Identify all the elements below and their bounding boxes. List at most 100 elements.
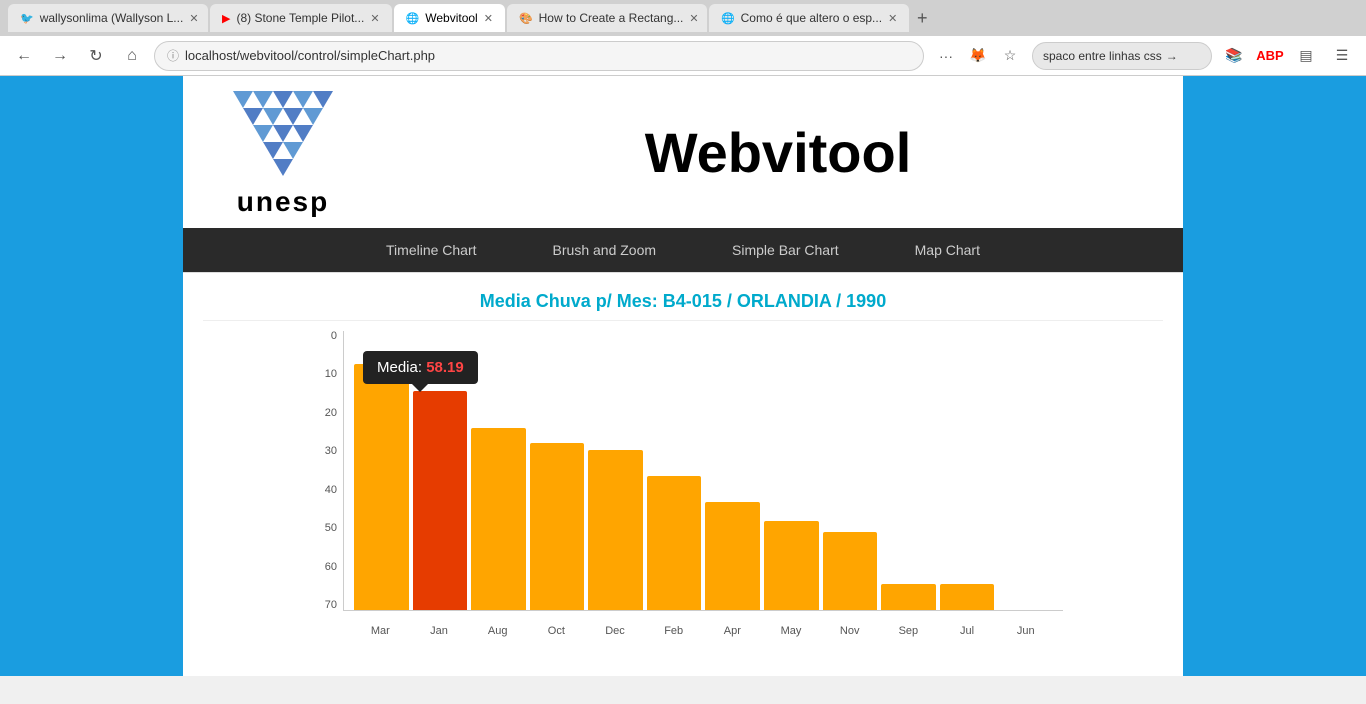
tab-icon-1: 🐦 [20,12,34,25]
reader-view-button[interactable]: ▤ [1292,42,1320,70]
x-label-dec: Dec [588,621,643,651]
tab-close-4[interactable]: ✕ [689,12,698,25]
bar-group-jul[interactable] [940,331,995,610]
x-label-jul: Jul [940,621,995,651]
browser-window: 🐦 wallysonlima (Wallyson L... ✕ ▶ (8) St… [0,0,1366,704]
bar-jan[interactable] [413,391,468,610]
bar-aug[interactable] [471,428,526,610]
tab-icon-2: ▶ [222,12,230,25]
x-label-mar: Mar [353,621,408,651]
page-content: unesp Webvitool Timeline Chart Brush and… [183,76,1183,676]
x-label-oct: Oct [529,621,584,651]
y-label-30: 30 [325,446,337,457]
bar-group-jun[interactable] [998,331,1053,610]
bar-group-sep[interactable] [881,331,936,610]
logo-text: unesp [237,186,329,218]
site-title: Webvitool [393,120,1163,185]
x-axis: MarJanAugOctDecFebAprMayNovSepJulJun [343,621,1063,651]
y-label-40: 40 [325,485,337,496]
bar-may[interactable] [764,521,819,610]
forward-button[interactable]: → [46,42,74,70]
refresh-button[interactable]: ↻ [82,42,110,70]
bar-dec[interactable] [588,450,643,610]
new-tab-button[interactable]: + [911,8,934,29]
tab-label-5: Como é que altero o esp... [741,11,882,25]
url-text: localhost/webvitool/control/simpleChart.… [185,48,911,63]
y-label-0: 0 [331,331,337,342]
pocket-button[interactable]: 🦊 [964,42,992,70]
bar-oct[interactable] [530,443,585,610]
tooltip-value: 58.19 [426,359,464,376]
tab-close-3[interactable]: ✕ [484,12,493,25]
page-wrapper: unesp Webvitool Timeline Chart Brush and… [0,76,1366,676]
tab-label-1: wallysonlima (Wallyson L... [40,11,184,25]
bar-apr[interactable] [705,502,760,610]
bar-sep[interactable] [881,584,936,610]
bar-group-dec[interactable] [588,331,643,610]
tab-close-1[interactable]: ✕ [189,12,198,25]
tab-rectangle[interactable]: 🎨 How to Create a Rectang... ✕ [507,4,707,32]
x-label-apr: Apr [705,621,760,651]
menu-button[interactable]: ☰ [1328,42,1356,70]
y-label-60: 60 [325,562,337,573]
tab-wallyson[interactable]: 🐦 wallysonlima (Wallyson L... ✕ [8,4,208,32]
chart-container: Media: 58.19 70 60 50 40 30 20 10 0 [303,331,1063,651]
x-label-jan: Jan [412,621,467,651]
x-label-feb: Feb [646,621,701,651]
y-label-70: 70 [325,600,337,611]
url-bar[interactable]: ⓘ localhost/webvitool/control/simpleChar… [154,41,924,71]
tab-icon-5: 🌐 [721,12,735,25]
back-button[interactable]: ← [10,42,38,70]
chart-section: Media Chuva p/ Mes: B4-015 / ORLANDIA / … [183,272,1183,671]
bar-group-nov[interactable] [823,331,878,610]
tooltip-arrow [412,384,428,392]
tab-label-4: How to Create a Rectang... [539,11,684,25]
nav-bar: Timeline Chart Brush and Zoom Simple Bar… [183,228,1183,272]
adblock-button[interactable]: ABP [1256,42,1284,70]
nav-timeline-chart[interactable]: Timeline Chart [378,238,485,262]
x-label-aug: Aug [470,621,525,651]
tab-label-3: Webvitool [425,11,477,25]
address-bar: ← → ↻ ⌂ ⓘ localhost/webvitool/control/si… [0,36,1366,76]
unesp-logo-svg [223,86,343,186]
tab-icon-4: 🎨 [519,12,533,25]
y-label-20: 20 [325,408,337,419]
nav-map-chart[interactable]: Map Chart [907,238,988,262]
tab-icon-3: 🌐 [406,12,420,25]
bar-group-feb[interactable] [647,331,702,610]
tooltip-label: Media: [377,359,422,376]
tab-close-2[interactable]: ✕ [370,12,379,25]
tab-stone-temple[interactable]: ▶ (8) Stone Temple Pilot... ✕ [210,4,392,32]
bar-group-oct[interactable] [530,331,585,610]
security-icon: ⓘ [167,47,179,64]
bar-group-may[interactable] [764,331,819,610]
tab-close-5[interactable]: ✕ [888,12,897,25]
bar-mar[interactable] [354,364,409,610]
tab-webvitool[interactable]: 🌐 Webvitool ✕ [394,4,505,32]
more-button[interactable]: ··· [932,42,960,70]
x-label-may: May [764,621,819,651]
logo-area: unesp [203,86,363,218]
bar-group-aug[interactable] [471,331,526,610]
bookmark-button[interactable]: ☆ [996,42,1024,70]
tab-css[interactable]: 🌐 Como é que altero o esp... ✕ [709,4,909,32]
bar-nov[interactable] [823,532,878,610]
search-arrow-icon: → [1166,49,1178,63]
x-label-jun: Jun [998,621,1053,651]
x-label-sep: Sep [881,621,936,651]
bookmarks-sidebar-button[interactable]: 📚 [1220,42,1248,70]
nav-simple-bar-chart[interactable]: Simple Bar Chart [724,238,847,262]
bar-feb[interactable] [647,476,702,610]
home-button[interactable]: ⌂ [118,42,146,70]
search-text: spaco entre linhas css [1043,49,1162,63]
toolbar-actions: ··· 🦊 ☆ [932,42,1024,70]
site-header: unesp Webvitool [183,76,1183,228]
y-label-50: 50 [325,523,337,534]
tab-bar: 🐦 wallysonlima (Wallyson L... ✕ ▶ (8) St… [0,0,1366,36]
search-bar-right[interactable]: spaco entre linhas css → [1032,42,1212,70]
bar-group-apr[interactable] [705,331,760,610]
chart-tooltip: Media: 58.19 [363,351,478,384]
bar-jul[interactable] [940,584,995,610]
nav-brush-zoom[interactable]: Brush and Zoom [545,238,665,262]
tab-label-2: (8) Stone Temple Pilot... [236,11,364,25]
